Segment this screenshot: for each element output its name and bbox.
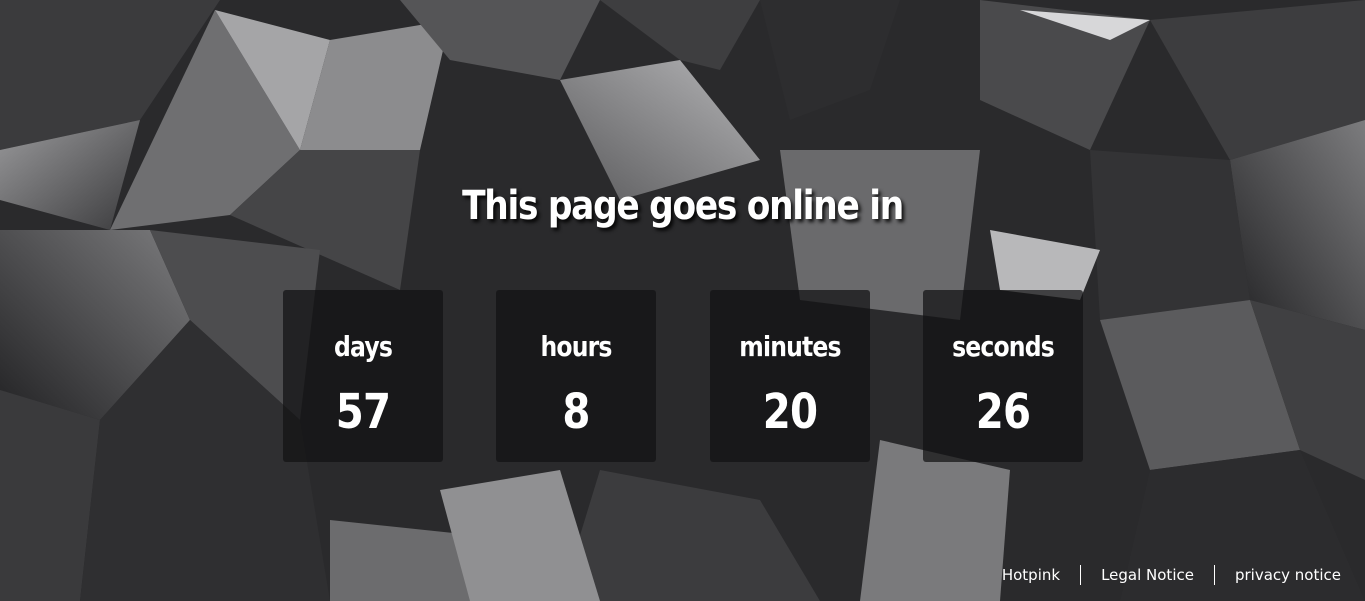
countdown-seconds: seconds 26 — [923, 290, 1083, 462]
page-content: This page goes online in days 57 hours 8… — [0, 0, 1365, 601]
countdown-value: 26 — [975, 384, 1031, 440]
countdown: days 57 hours 8 minutes 20 seconds 26 — [283, 290, 1083, 462]
footer-link-privacy-notice[interactable]: privacy notice — [1235, 566, 1341, 584]
countdown-minutes: minutes 20 — [710, 290, 870, 462]
footer-link-hotpink[interactable]: Hotpink — [1002, 566, 1060, 584]
countdown-label: days — [334, 330, 393, 363]
footer-links: Hotpink Legal Notice privacy notice — [1002, 563, 1341, 587]
countdown-days: days 57 — [283, 290, 443, 462]
countdown-value: 57 — [335, 384, 391, 440]
countdown-hours: hours 8 — [496, 290, 656, 462]
page-title: This page goes online in — [462, 183, 904, 229]
countdown-label: hours — [540, 330, 612, 363]
countdown-label: seconds — [952, 330, 1055, 363]
countdown-label: minutes — [739, 330, 841, 363]
countdown-value: 20 — [762, 384, 818, 440]
footer-link-legal-notice[interactable]: Legal Notice — [1101, 566, 1194, 584]
countdown-value: 8 — [562, 384, 590, 440]
footer-separator — [1213, 565, 1215, 585]
footer-separator — [1080, 565, 1082, 585]
